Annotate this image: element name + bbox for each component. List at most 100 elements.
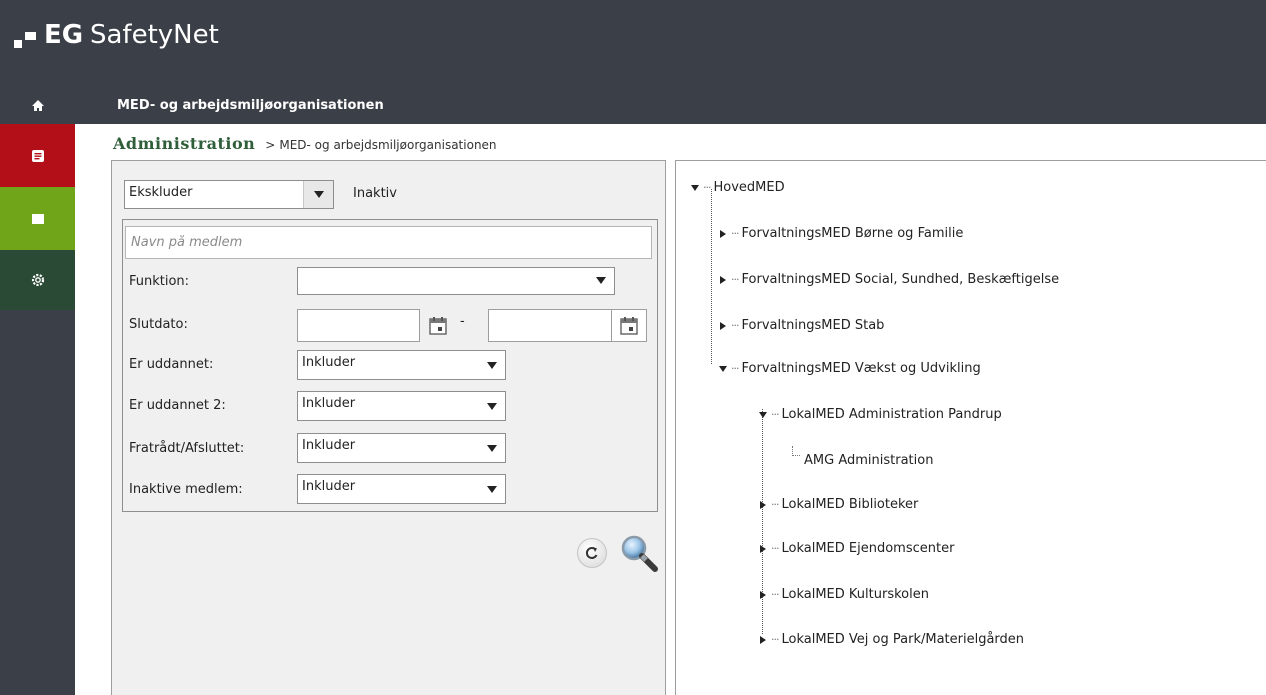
eg-logo-icon xyxy=(14,28,40,54)
slutdato-label: Slutdato: xyxy=(129,317,188,332)
chevron-down-icon[interactable] xyxy=(479,434,505,462)
tree-dots: ··· xyxy=(771,408,779,421)
document-icon xyxy=(31,149,44,162)
slutdato-from-input[interactable] xyxy=(297,309,420,342)
tree-connector xyxy=(711,189,712,364)
gear-icon xyxy=(31,273,44,287)
tree-dots: ··· xyxy=(771,498,779,511)
tree-dots: ··· xyxy=(731,362,739,375)
er-uddannet-select[interactable]: Inkluder xyxy=(297,350,506,380)
tree-node-label: LokalMED Administration Pandrup xyxy=(781,407,1002,422)
tree-node-label: ForvaltningsMED Børne og Familie xyxy=(741,226,964,241)
collapsed-icon[interactable] xyxy=(759,544,769,554)
collapsed-icon[interactable] xyxy=(719,321,729,331)
er-uddannet-2-value: Inkluder xyxy=(302,396,356,411)
inaktiv-label: Inaktiv xyxy=(353,186,397,201)
date-range-separator: - xyxy=(460,314,465,329)
tree-leaf-connector xyxy=(792,446,800,456)
tree-node-level2[interactable]: ··· LokalMED Ejendomscenter xyxy=(759,541,954,556)
er-uddannet-2-label: Er uddannet 2: xyxy=(129,398,226,413)
tree-node-label: HovedMED xyxy=(713,180,785,195)
tree-node-label: ForvaltningsMED Vækst og Udvikling xyxy=(741,361,981,376)
tree-node-label: LokalMED Ejendomscenter xyxy=(781,541,955,556)
reset-icon xyxy=(586,547,598,559)
tree-dots: ··· xyxy=(703,181,711,194)
calendar-icon xyxy=(620,316,638,335)
tree-node-label: LokalMED Biblioteker xyxy=(781,497,919,512)
inaktiv-filter-select[interactable]: Ekskluder xyxy=(124,180,334,209)
home-icon xyxy=(31,100,44,111)
tree-dots: ··· xyxy=(731,319,739,332)
reset-button[interactable] xyxy=(577,538,607,568)
left-nav xyxy=(0,88,75,695)
tree-node-level1[interactable]: ··· ForvaltningsMED Social, Sundhed, Bes… xyxy=(719,272,1059,287)
square-icon xyxy=(31,213,44,224)
inaktive-medlem-select[interactable]: Inkluder xyxy=(297,474,506,504)
tree-node-label: ForvaltningsMED Stab xyxy=(741,318,885,333)
brand-logo-text: EG xyxy=(44,20,84,50)
inaktive-medlem-value: Inkluder xyxy=(302,479,356,494)
collapsed-icon[interactable] xyxy=(759,590,769,600)
page-title: MED- og arbejdsmiljøorganisationen xyxy=(117,98,384,113)
fratraadt-label: Fratrådt/Afsluttet: xyxy=(129,441,245,456)
tree-dots: ··· xyxy=(771,633,779,646)
tree-node-level2[interactable]: ··· LokalMED Biblioteker xyxy=(759,497,918,512)
funktion-label: Funktion: xyxy=(129,274,190,289)
organisation-tree-panel: ··· HovedMED ··· ForvaltningsMED Børne o… xyxy=(675,160,1266,695)
calendar-from-button[interactable] xyxy=(421,309,455,342)
chevron-down-icon[interactable] xyxy=(588,268,614,292)
chevron-down-icon[interactable] xyxy=(303,181,333,208)
app-header: EG SafetyNet xyxy=(0,0,1266,88)
tree-node-label: AMG Administration xyxy=(804,453,934,468)
tree-node-level2[interactable]: ··· LokalMED Administration Pandrup xyxy=(759,407,1002,422)
tree-node-root[interactable]: ··· HovedMED xyxy=(691,180,785,195)
nav-settings[interactable] xyxy=(0,250,75,310)
tree-dots: ··· xyxy=(771,542,779,555)
tree-node-label: LokalMED Kulturskolen xyxy=(781,587,929,602)
breadcrumb-current: MED- og arbejdsmiljøorganisationen xyxy=(279,138,497,152)
collapsed-icon[interactable] xyxy=(719,275,729,285)
tree-node-label: LokalMED Vej og Park/Materielgården xyxy=(781,632,1025,647)
funktion-select[interactable] xyxy=(297,267,615,295)
tree-node-level1[interactable]: ··· ForvaltningsMED Børne og Familie xyxy=(719,226,963,241)
fratraadt-select[interactable]: Inkluder xyxy=(297,433,506,463)
tree-node-label: ForvaltningsMED Social, Sundhed, Beskæft… xyxy=(741,272,1060,287)
breadcrumb-root-link[interactable]: Administration xyxy=(113,134,255,153)
calendar-to-button[interactable] xyxy=(612,309,647,342)
er-uddannet-2-select[interactable]: Inkluder xyxy=(297,391,506,421)
er-uddannet-label: Er uddannet: xyxy=(129,357,214,372)
collapsed-icon[interactable] xyxy=(759,635,769,645)
nav-documents[interactable] xyxy=(0,124,75,187)
breadcrumb: Administration > MED- og arbejdsmiljøorg… xyxy=(113,134,497,156)
inaktive-medlem-label: Inaktive medlem: xyxy=(129,482,243,497)
tree-node-level2[interactable]: ··· LokalMED Kulturskolen xyxy=(759,587,929,602)
tree-node-level3[interactable]: AMG Administration xyxy=(804,453,933,468)
search-button[interactable] xyxy=(619,533,661,575)
page-titlebar: MED- og arbejdsmiljøorganisationen xyxy=(75,88,1266,124)
nav-home[interactable] xyxy=(0,88,75,124)
tree-node-level1[interactable]: ··· ForvaltningsMED Vækst og Udvikling xyxy=(719,361,981,376)
calendar-icon xyxy=(429,316,447,335)
expanded-icon[interactable] xyxy=(759,410,769,420)
nav-organisation[interactable] xyxy=(0,187,75,250)
inaktiv-filter-value: Ekskluder xyxy=(129,185,193,200)
tree-dots: ··· xyxy=(731,273,739,286)
tree-dots: ··· xyxy=(771,588,779,601)
chevron-down-icon[interactable] xyxy=(479,392,505,420)
slutdato-to-input[interactable] xyxy=(488,309,612,342)
search-icon xyxy=(621,535,658,572)
fratraadt-value: Inkluder xyxy=(302,438,356,453)
tree-dots: ··· xyxy=(731,227,739,240)
chevron-down-icon[interactable] xyxy=(479,475,505,503)
collapsed-icon[interactable] xyxy=(759,500,769,510)
expanded-icon[interactable] xyxy=(719,364,729,374)
er-uddannet-value: Inkluder xyxy=(302,355,356,370)
collapsed-icon[interactable] xyxy=(719,229,729,239)
member-name-input[interactable] xyxy=(125,226,652,259)
tree-node-level1[interactable]: ··· ForvaltningsMED Stab xyxy=(719,318,884,333)
tree-node-level2[interactable]: ··· LokalMED Vej og Park/Materielgården xyxy=(759,632,1024,647)
breadcrumb-separator: > xyxy=(265,138,276,152)
chevron-down-icon[interactable] xyxy=(479,351,505,379)
expanded-icon[interactable] xyxy=(691,183,701,193)
app-name: SafetyNet xyxy=(90,20,219,50)
